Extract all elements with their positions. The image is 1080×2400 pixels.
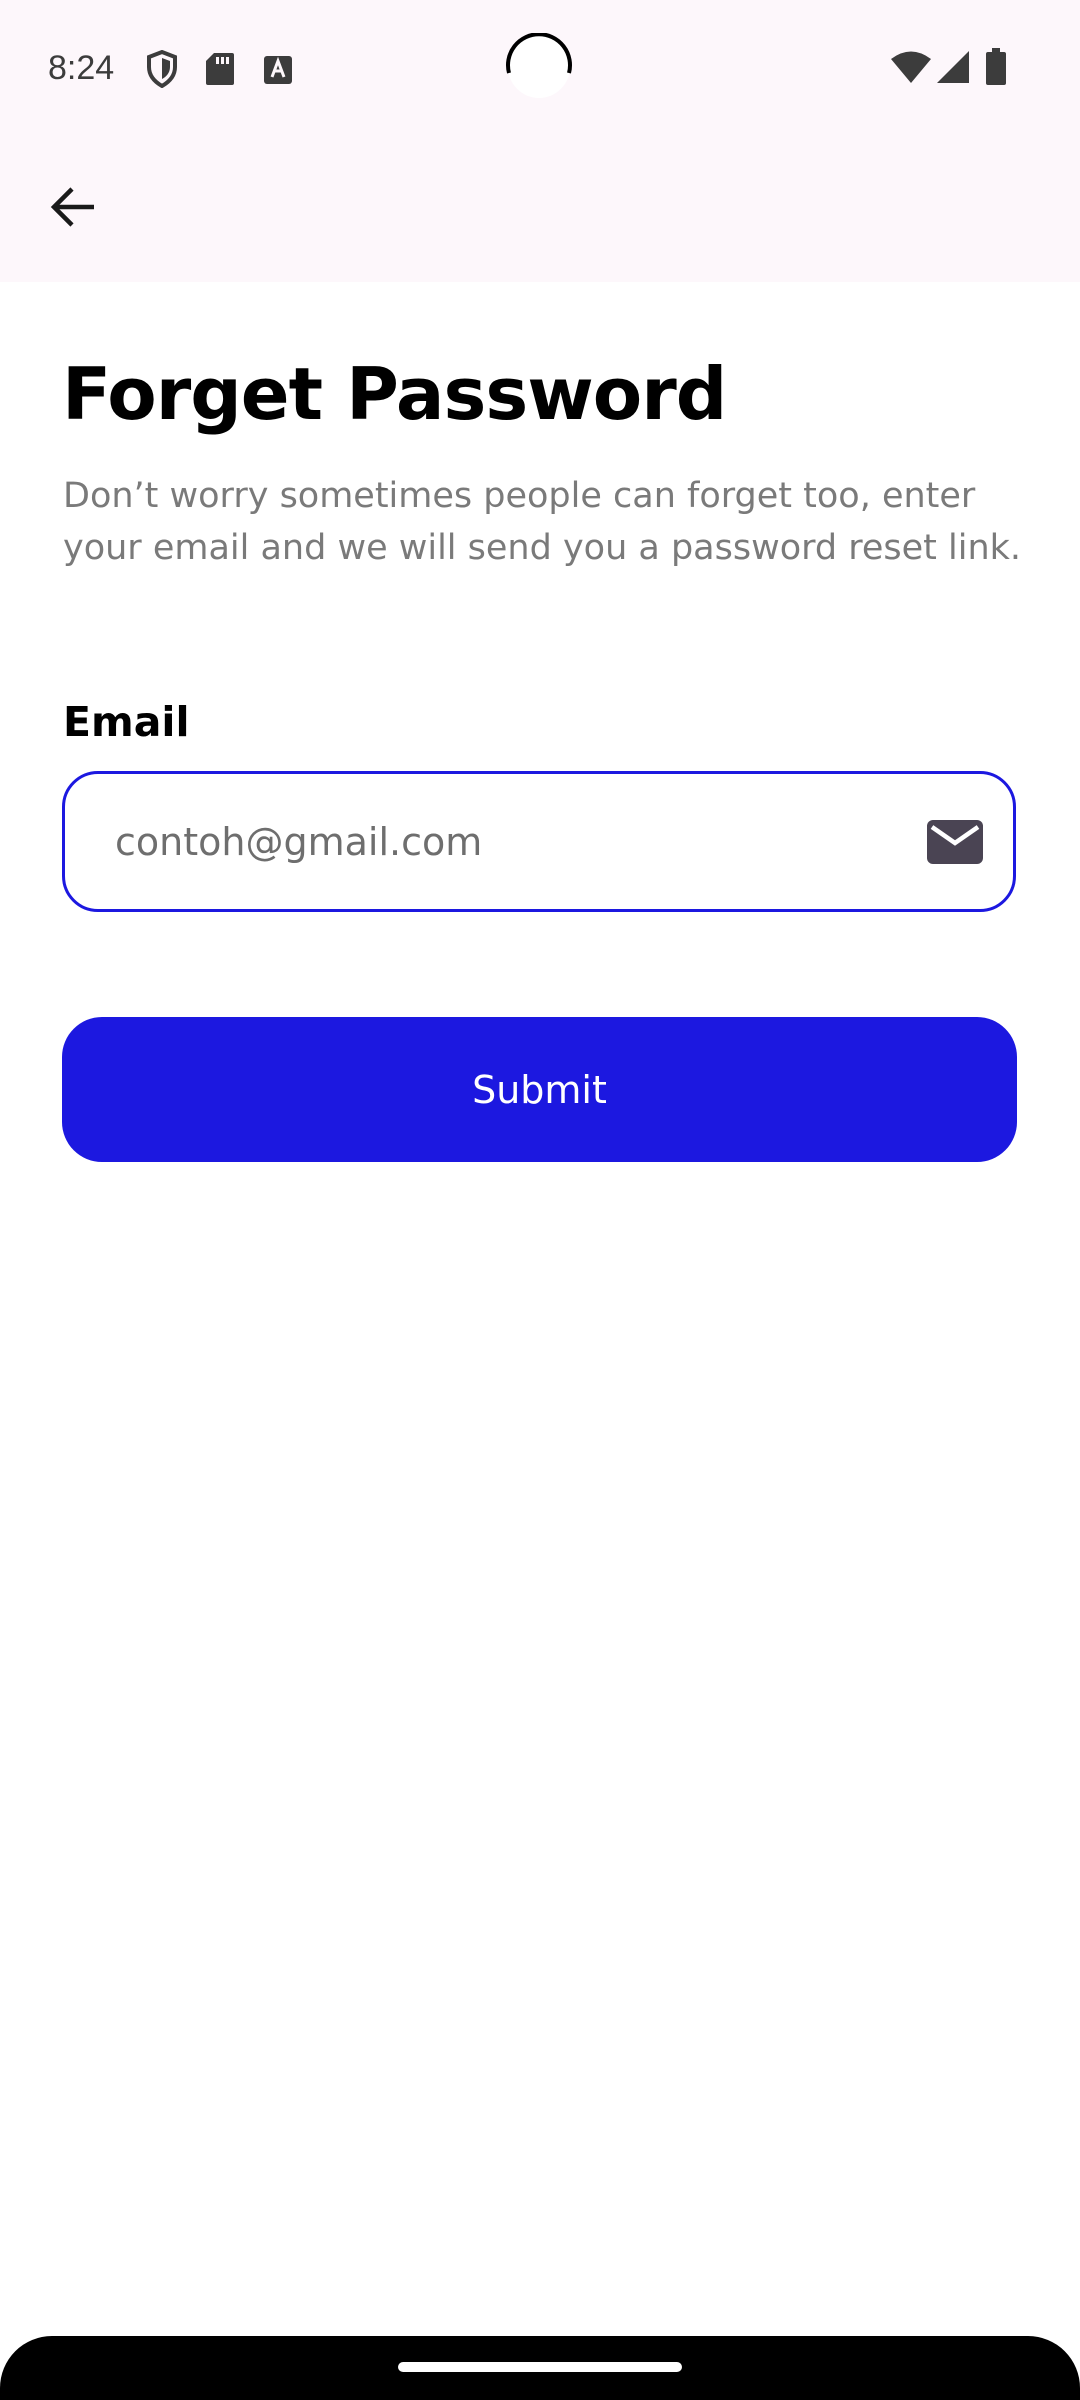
app-bar-area: 8:24 [0, 0, 1080, 282]
keyboard-a-icon [264, 56, 292, 84]
arrow-left-icon [50, 187, 94, 227]
camera-cutout [506, 33, 572, 98]
sd-card-icon [206, 53, 234, 85]
email-input[interactable] [115, 774, 895, 909]
battery-icon [986, 48, 1006, 85]
status-time: 8:24 [48, 49, 115, 87]
status-bar: 8:24 [0, 0, 1080, 138]
wifi-icon [891, 51, 931, 83]
mail-icon [927, 820, 983, 864]
page-title: Forget Password [62, 352, 727, 436]
page-description: Don’t worry sometimes people can forget … [63, 476, 1022, 568]
signal-icon [937, 51, 969, 83]
shield-icon [147, 50, 177, 88]
email-field[interactable] [62, 771, 1016, 912]
back-button[interactable] [36, 170, 110, 244]
email-label: Email [63, 698, 190, 746]
home-indicator[interactable] [398, 2362, 682, 2372]
submit-button[interactable]: Submit [62, 1017, 1017, 1162]
